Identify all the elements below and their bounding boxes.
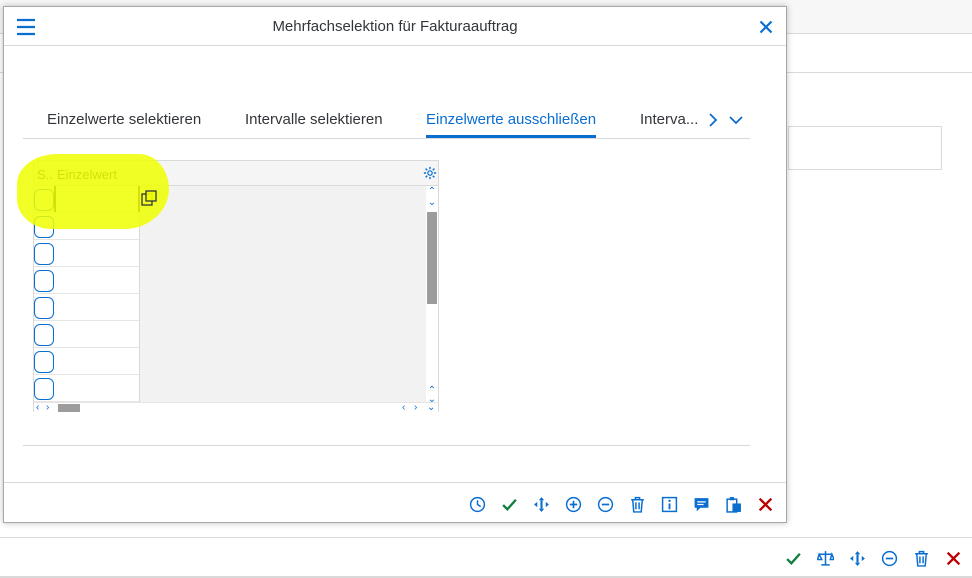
table-empty-area	[139, 186, 427, 402]
chevron-right-icon[interactable]	[705, 112, 721, 128]
move-icon[interactable]	[844, 545, 870, 571]
dialog-header: Mehrfachselektion für Fakturaauftrag	[4, 7, 786, 46]
table-header: S.. Einzelwert	[34, 161, 438, 186]
values-table: S.. Einzelwert ⌃ ⌄ ⌃ ⌄ ‹ › ‹ › ⌄	[17, 154, 439, 413]
horizontal-scrollbar[interactable]: ‹ › ‹ › ⌄	[34, 402, 438, 413]
row-select-checkbox[interactable]	[34, 243, 54, 265]
chevron-down-icon[interactable]	[728, 112, 744, 128]
value-input[interactable]	[54, 375, 140, 401]
tab-intervalle-selektieren[interactable]: Intervalle selektieren	[245, 111, 383, 128]
value-input[interactable]	[54, 240, 140, 266]
check-icon[interactable]	[496, 491, 522, 517]
row-select-checkbox[interactable]	[34, 378, 54, 400]
row-select-checkbox[interactable]	[34, 216, 54, 238]
table-row	[34, 348, 140, 375]
scroll-left-icon[interactable]: ‹	[402, 402, 405, 413]
row-select-checkbox[interactable]	[34, 189, 54, 211]
app-footer-toolbar	[780, 545, 966, 571]
vertical-scrollbar[interactable]: ⌃ ⌄ ⌃ ⌄	[426, 186, 438, 405]
value-input[interactable]	[54, 267, 140, 293]
multi-selection-dialog: Mehrfachselektion für Fakturaauftrag Ein…	[3, 6, 787, 523]
scales-icon[interactable]	[812, 545, 838, 571]
row-select-checkbox[interactable]	[34, 324, 54, 346]
row-select-checkbox[interactable]	[34, 270, 54, 292]
comment-icon[interactable]	[688, 491, 714, 517]
cancel-icon[interactable]	[752, 491, 778, 517]
tab-einzelwerte-selektieren[interactable]: Einzelwerte selektieren	[47, 111, 201, 128]
cancel-icon[interactable]	[940, 545, 966, 571]
table-row	[34, 267, 140, 294]
tab-einzelwerte-ausschliessen[interactable]: Einzelwerte ausschließen	[426, 111, 597, 138]
value-input[interactable]	[54, 213, 140, 239]
table-row	[34, 240, 140, 267]
table-row	[34, 375, 140, 402]
scroll-up-icon[interactable]: ⌃	[426, 187, 438, 197]
close-icon[interactable]	[758, 19, 774, 35]
remove-icon[interactable]	[876, 545, 902, 571]
remove-icon[interactable]	[592, 491, 618, 517]
dialog-divider	[23, 445, 750, 446]
table-row	[34, 294, 140, 321]
column-header-value[interactable]: Einzelwert	[57, 167, 117, 182]
app-background-panel	[788, 126, 942, 170]
value-input[interactable]	[54, 186, 140, 212]
row-select-checkbox[interactable]	[34, 297, 54, 319]
table-row	[34, 213, 140, 240]
tab-bar: Einzelwerte selektieren Intervalle selek…	[23, 102, 750, 139]
table-body: ⌃ ⌄ ⌃ ⌄	[34, 186, 438, 405]
value-help-icon[interactable]	[140, 189, 158, 207]
paste-icon[interactable]	[720, 491, 746, 517]
scroll-down-icon[interactable]: ⌄	[426, 198, 438, 208]
scroll-right-icon[interactable]: ›	[46, 402, 49, 413]
delete-icon[interactable]	[624, 491, 650, 517]
move-icon[interactable]	[528, 491, 554, 517]
value-input[interactable]	[54, 321, 140, 347]
delete-icon[interactable]	[908, 545, 934, 571]
scroll-right-icon[interactable]: ›	[414, 402, 417, 413]
row-select-checkbox[interactable]	[34, 351, 54, 373]
column-header-selection: S..	[37, 167, 53, 182]
tab-intervalle-ausschliessen[interactable]: Interva...	[640, 111, 698, 128]
table-row	[34, 186, 140, 213]
vertical-scroll-thumb[interactable]	[427, 212, 437, 304]
add-icon[interactable]	[560, 491, 586, 517]
check-icon[interactable]	[780, 545, 806, 571]
dialog-footer-toolbar	[464, 491, 778, 517]
info-icon[interactable]	[656, 491, 682, 517]
dialog-title: Mehrfachselektion für Fakturaauftrag	[272, 18, 518, 35]
gear-icon[interactable]	[423, 166, 437, 180]
value-input[interactable]	[54, 348, 140, 374]
scroll-left-icon[interactable]: ‹	[36, 402, 39, 413]
value-input[interactable]	[54, 294, 140, 320]
scroll-down-icon[interactable]: ⌄	[427, 402, 435, 413]
dialog-footer	[4, 482, 786, 522]
history-icon[interactable]	[464, 491, 490, 517]
table-row	[34, 321, 140, 348]
horizontal-scroll-thumb[interactable]	[58, 404, 80, 412]
